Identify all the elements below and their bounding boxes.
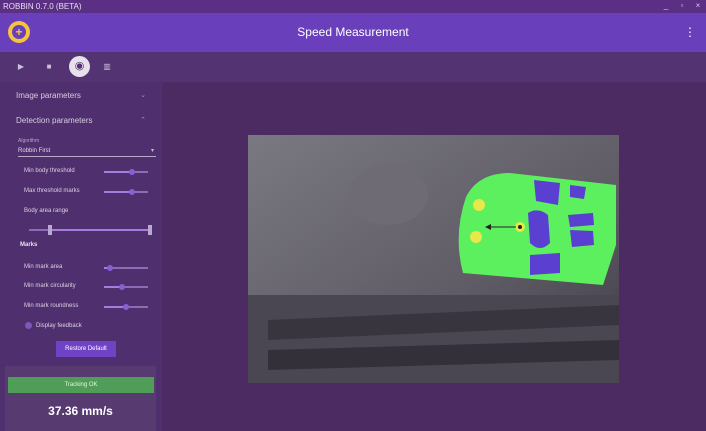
chevron-down-icon: ⌄ — [140, 92, 146, 99]
toolbar: ▶ ■ ◉ ▥ — [0, 52, 706, 82]
min-mark-circularity-slider[interactable] — [104, 284, 148, 290]
restore-default-button[interactable]: Restore Default — [56, 341, 116, 357]
slider-fill — [104, 191, 132, 193]
algorithm-value: Robbin First — [18, 148, 51, 154]
speed-readout: 37.36 mm/s — [48, 404, 113, 418]
detection-parameters-header[interactable]: Detection parameters ⌃ — [16, 114, 146, 128]
image-parameters-header[interactable]: Image parameters ⌄ — [16, 89, 146, 103]
mask-hole — [570, 185, 586, 199]
status-card: Tracking OK 37.36 mm/s — [5, 366, 156, 431]
centroid-dot — [518, 225, 522, 229]
min-mark-roundness-slider[interactable] — [104, 304, 148, 310]
range-fill — [49, 229, 149, 231]
min-body-threshold-slider[interactable] — [104, 169, 148, 175]
detection-parameters-label: Detection parameters — [16, 116, 93, 125]
app-bar: + Speed Measurement ⋮ — [0, 13, 706, 52]
stop-icon[interactable]: ■ — [40, 58, 58, 76]
mask-hole — [530, 253, 560, 275]
minimize-icon[interactable]: _ — [660, 0, 672, 13]
min-mark-circularity-label: Min mark circularity — [24, 283, 76, 289]
range-min-thumb[interactable] — [48, 225, 52, 235]
close-icon[interactable]: × — [692, 0, 704, 13]
slider-thumb[interactable] — [123, 304, 129, 310]
window-titlebar: ROBBIN 0.7.0 (BETA) — [0, 0, 706, 13]
eye-icon[interactable]: ◉ — [69, 56, 90, 77]
min-body-threshold-label: Min body threshold — [24, 168, 75, 174]
chevron-up-icon: ⌃ — [140, 117, 146, 124]
more-menu-icon[interactable]: ⋮ — [684, 25, 696, 39]
algorithm-label: Algorithm — [18, 138, 40, 144]
reflection — [348, 165, 428, 225]
range-max-thumb[interactable] — [148, 225, 152, 235]
mask-hole — [534, 180, 560, 205]
min-mark-area-label: Min mark area — [24, 264, 63, 270]
max-threshold-marks-slider[interactable] — [104, 189, 148, 195]
image-parameters-label: Image parameters — [16, 91, 81, 100]
display-feedback-checkbox[interactable] — [25, 322, 32, 329]
main-view — [162, 82, 706, 431]
slider-thumb[interactable] — [129, 169, 135, 175]
window-title: ROBBIN 0.7.0 (BETA) — [3, 2, 82, 11]
tracking-mark — [473, 199, 485, 211]
mask-hole — [570, 230, 594, 247]
algorithm-select[interactable]: Robbin First ▾ — [18, 145, 156, 157]
camera-feed-image — [248, 135, 619, 383]
slider-thumb[interactable] — [107, 265, 113, 271]
app-window: ROBBIN 0.7.0 (BETA) _ ▫ × + Speed Measur… — [0, 0, 706, 431]
max-threshold-marks-label: Max threshold marks — [24, 188, 80, 194]
min-mark-roundness-label: Min mark roundness — [24, 303, 79, 309]
body-area-range-label: Body area range — [24, 208, 69, 214]
slider-fill — [104, 171, 132, 173]
body-area-range-slider[interactable] — [29, 225, 152, 235]
chart-icon[interactable]: ▥ — [98, 58, 116, 76]
mask-hole — [568, 213, 594, 227]
display-feedback-label: Display feedback — [36, 323, 82, 329]
maximize-icon[interactable]: ▫ — [676, 0, 688, 13]
page-title: Speed Measurement — [297, 25, 409, 39]
dropdown-arrow-icon: ▾ — [150, 148, 154, 154]
min-mark-area-slider[interactable] — [104, 265, 148, 271]
marks-section-title: Marks — [20, 242, 38, 248]
tracking-status-badge: Tracking OK — [8, 377, 154, 393]
tracking-mark — [470, 231, 482, 243]
camera-feed[interactable] — [248, 135, 619, 383]
play-icon[interactable]: ▶ — [12, 58, 30, 76]
slider-thumb[interactable] — [119, 284, 125, 290]
mask-hole — [528, 210, 550, 248]
slider-thumb[interactable] — [129, 189, 135, 195]
